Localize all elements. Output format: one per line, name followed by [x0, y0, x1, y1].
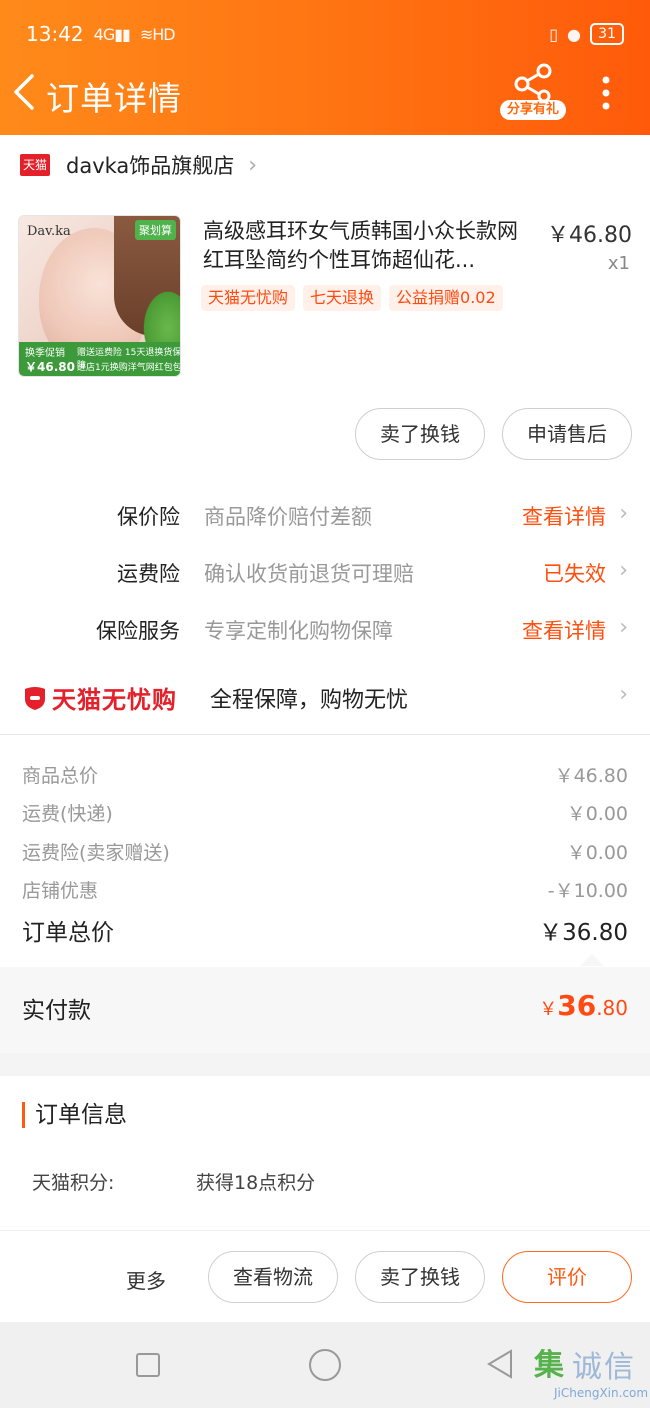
thumb-brand: Dav.ka	[27, 224, 71, 239]
order-info-section: 订单信息 天猫积分: 获得18点积分	[0, 1076, 650, 1236]
lock-icon: ●	[567, 24, 581, 44]
app-header: 13:42 4G▮▮ ≋HD ▯ ● 31 订单详情 分享有礼	[0, 0, 650, 135]
summary-row: 运费(快递) ￥0.00	[22, 803, 628, 825]
chevron-right-icon: ›	[248, 152, 258, 178]
chevron-right-icon: ›	[619, 682, 628, 707]
order-total: 订单总价 ￥36.80	[22, 920, 628, 946]
price-summary: 商品总价 ￥46.80 运费(快递) ￥0.00 运费险(卖家赠送) ￥0.00…	[0, 735, 650, 967]
battery-icon: 31	[590, 23, 624, 45]
share-icon	[514, 63, 552, 103]
wuyou-guarantee-row[interactable]: 天猫无忧购 全程保障，购物无忧 ›	[0, 670, 650, 720]
shop-name: davka饰品旗舰店	[66, 154, 235, 178]
page-title: 订单详情	[46, 79, 182, 118]
system-navigation-bar: 集 诚信 JiChengXin.com	[0, 1322, 650, 1408]
after-sale-button[interactable]: 申请售后	[502, 408, 632, 460]
tag-charity: 公益捐赠0.02	[389, 285, 503, 311]
wifi-icon: ≋HD	[139, 24, 176, 44]
section-title: 订单信息	[22, 1102, 127, 1128]
view-logistics-button[interactable]: 查看物流	[208, 1251, 338, 1303]
shield-icon	[25, 686, 45, 710]
shop-link[interactable]: 天猫 davka饰品旗舰店 ›	[20, 147, 257, 183]
back-icon[interactable]	[8, 70, 42, 114]
status-time: 13:42	[26, 22, 84, 46]
summary-row: 商品总价 ￥46.80	[22, 765, 628, 787]
expired-status[interactable]: 已失效	[543, 558, 606, 588]
sell-for-cash-button[interactable]: 卖了换钱	[355, 408, 485, 460]
signal-icon: 4G▮▮	[93, 24, 131, 44]
review-button[interactable]: 评价	[502, 1251, 632, 1303]
more-button[interactable]: 更多	[126, 1265, 166, 1294]
watermark: 集 诚信 JiChengXin.com	[534, 1348, 649, 1400]
insurance-row-service[interactable]: 保险服务 专享定制化购物保障 查看详情 ›	[0, 609, 650, 649]
tag-wuyou: 天猫无忧购	[201, 285, 296, 311]
paid-label: 实付款	[22, 998, 91, 1024]
share-label: 分享有礼	[500, 100, 566, 120]
summary-row: 店铺优惠 -￥10.00	[22, 880, 628, 902]
recent-apps-icon[interactable]	[136, 1353, 160, 1377]
caret-decoration	[580, 954, 604, 966]
home-icon[interactable]	[309, 1349, 341, 1381]
status-bar: 13:42 4G▮▮ ≋HD ▯ ● 31	[26, 18, 624, 50]
order-card: 天猫 davka饰品旗舰店 › Dav.ka 聚划算 换季促销 ￥46.80 赠…	[0, 135, 650, 735]
product-price: ￥46.80	[547, 223, 632, 248]
amount-paid-row: 实付款 ￥36.80	[0, 967, 650, 1053]
tag-return: 七天退换	[303, 285, 382, 311]
view-details-link[interactable]: 查看详情	[522, 501, 606, 531]
points-value: 获得18点积分	[196, 1172, 316, 1194]
bottom-action-bar: 更多 查看物流 卖了换钱 评价	[0, 1230, 650, 1322]
chevron-right-icon: ›	[619, 558, 628, 583]
summary-row: 运费险(卖家赠送) ￥0.00	[22, 842, 628, 864]
points-label: 天猫积分:	[32, 1172, 115, 1194]
tmall-badge-icon: 天猫	[20, 154, 50, 176]
chevron-right-icon: ›	[619, 615, 628, 640]
product-title[interactable]: 高级感耳环女气质韩国小众长款网红耳坠简约个性耳饰超仙花...	[203, 217, 533, 275]
chevron-right-icon: ›	[619, 501, 628, 526]
back-triangle-icon[interactable]	[485, 1348, 515, 1380]
more-vertical-icon[interactable]	[594, 74, 618, 112]
share-button[interactable]: 分享有礼	[500, 62, 566, 124]
paid-amount: ￥36.80	[539, 989, 628, 1022]
product-image[interactable]: Dav.ka 聚划算 换季促销 ￥46.80 赠送运费险 15天退换货保障 进店…	[18, 215, 181, 377]
insurance-row-price[interactable]: 保价险 商品降价赔付差额 查看详情 ›	[0, 495, 650, 535]
thumb-corner-tag: 聚划算	[135, 220, 176, 240]
wuyou-text: 全程保障，购物无忧	[210, 688, 409, 713]
sell-for-cash-button[interactable]: 卖了换钱	[355, 1251, 485, 1303]
view-details-link[interactable]: 查看详情	[522, 615, 606, 645]
vibrate-icon: ▯	[549, 24, 558, 44]
insurance-row-shipping[interactable]: 运费险 确认收货前退货可理赔 已失效 ›	[0, 552, 650, 592]
product-tags: 天猫无忧购 七天退换 公益捐赠0.02	[201, 285, 503, 311]
wuyou-brand: 天猫无忧购	[52, 686, 177, 714]
product-quantity: x1	[607, 253, 630, 274]
